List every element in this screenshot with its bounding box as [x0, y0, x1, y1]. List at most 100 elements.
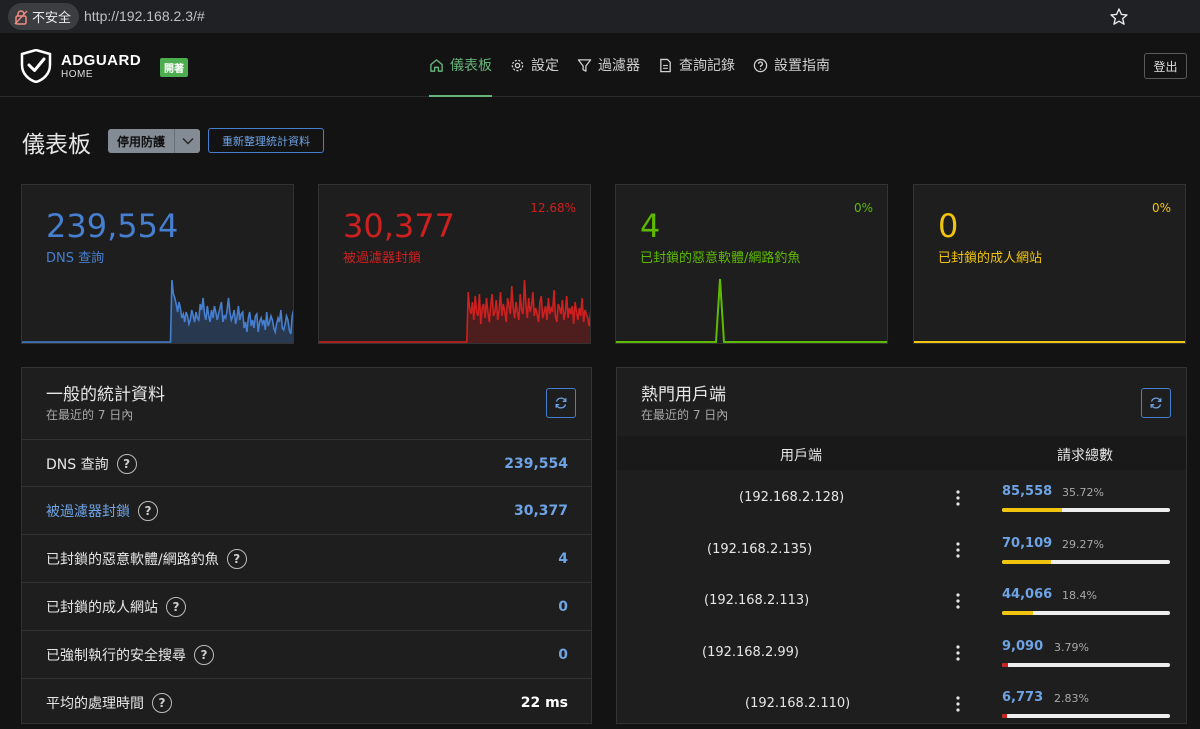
nav-query-log[interactable]: 查詢記錄 — [649, 33, 744, 97]
more-options-icon[interactable] — [953, 591, 963, 611]
stat-row-blocked-malware: 已封鎖的惡意軟體/網路釣魚? 4 — [22, 534, 591, 582]
nav-filters[interactable]: 過濾器 — [568, 33, 649, 97]
refresh-statistics-button[interactable]: 重新整理統計資料 — [208, 128, 324, 153]
stat-value: 239,554 — [504, 455, 568, 472]
nav-filters-label: 過濾器 — [598, 58, 640, 74]
refresh-button[interactable] — [546, 388, 576, 418]
client-ip[interactable]: (192.168.2.110) — [745, 696, 850, 711]
card-percent: 0% — [1151, 201, 1171, 215]
security-label: 不安全 — [32, 11, 72, 26]
sparkline-line — [616, 278, 887, 343]
help-icon[interactable]: ? — [226, 548, 247, 569]
client-request-count: 85,558 — [1002, 484, 1053, 499]
stat-label: 平均的處理時間 — [46, 695, 144, 712]
logout-button[interactable]: 登出 — [1144, 53, 1187, 79]
refresh-button[interactable] — [1141, 388, 1171, 418]
stat-label: 已封鎖的惡意軟體/網路釣魚 — [46, 551, 219, 568]
nav-settings-label: 設定 — [531, 58, 559, 74]
disable-protection-button[interactable]: 停用防護 — [108, 129, 200, 153]
stat-row-blocked-filters: 被過濾器封鎖? 30,377 — [22, 486, 591, 534]
help-circle-icon — [753, 58, 768, 72]
stat-label: 已強制執行的安全搜尋 — [46, 647, 186, 664]
help-icon[interactable]: ? — [138, 500, 158, 521]
general-statistics-panel: 一般的統計資料 在最近的 7 日內 DNS 查詢? 239,554 被過濾器封鎖… — [21, 367, 592, 724]
client-progress-bar — [1002, 662, 1170, 667]
more-options-icon[interactable] — [953, 694, 963, 714]
nav-settings[interactable]: 設定 — [501, 33, 568, 97]
card-blocked-malware: 4 已封鎖的惡意軟體/網路釣魚 0% — [615, 184, 888, 344]
client-progress-fill — [1002, 508, 1062, 512]
client-request-percent: 29.27% — [1062, 537, 1104, 551]
client-progress-fill — [1002, 611, 1033, 615]
stat-label: DNS 查詢 — [46, 456, 109, 473]
gear-icon — [511, 59, 524, 71]
more-options-icon[interactable] — [953, 488, 963, 508]
refresh-icon — [1150, 397, 1162, 409]
stat-value: 0 — [558, 646, 568, 663]
help-icon[interactable]: ? — [194, 644, 214, 665]
client-request-percent: 18.4% — [1062, 589, 1097, 602]
card-value: 4 — [640, 207, 661, 245]
client-request-percent: 35.72% — [1062, 486, 1104, 499]
column-requests[interactable]: 請求總數 — [1057, 445, 1113, 465]
stat-row-dns-queries: DNS 查詢? 239,554 — [22, 439, 591, 487]
nav-dashboard[interactable]: 儀表板 — [420, 33, 501, 97]
sparkline-chart — [319, 279, 590, 343]
sparkline-chart — [914, 341, 1185, 343]
sparkline-area — [22, 280, 293, 343]
url-text[interactable]: http://192.168.2.3/# — [84, 8, 205, 24]
help-icon[interactable]: ? — [116, 453, 137, 474]
nav-query-log-label: 查詢記錄 — [679, 58, 735, 74]
home-icon — [430, 58, 443, 72]
card-percent: 0% — [853, 201, 873, 215]
card-value: 239,554 — [46, 207, 179, 245]
help-icon[interactable]: ? — [152, 692, 172, 713]
card-dns-queries: 239,554 DNS 查詢 — [21, 184, 294, 344]
sparkline-chart — [616, 278, 887, 343]
more-options-icon[interactable] — [953, 540, 963, 560]
shield-check-icon — [20, 49, 52, 83]
bookmark-star-icon[interactable] — [1109, 7, 1129, 27]
client-progress-bar — [1002, 559, 1170, 564]
client-progress-bar — [1002, 714, 1170, 718]
client-row: (192.168.2.113) 44,066 18.4% — [617, 577, 1186, 629]
browser-address-bar: 不安全 http://192.168.2.3/# — [0, 0, 1200, 33]
stat-label-link[interactable]: 被過濾器封鎖 — [46, 501, 130, 521]
nav-dashboard-label: 儀表板 — [450, 58, 492, 74]
adguard-logo[interactable]: ADGUARD HOME — [20, 49, 141, 83]
card-blocked-adult: 0 已封鎖的成人網站 0% — [913, 184, 1186, 344]
client-ip[interactable]: (192.168.2.99) — [702, 645, 799, 660]
url-box[interactable]: 不安全 http://192.168.2.3/# — [6, 3, 1131, 30]
client-row: (192.168.2.99) 9,090 3.79% — [617, 629, 1186, 681]
refresh-icon — [555, 397, 567, 409]
disable-protection-label[interactable]: 停用防護 — [108, 129, 174, 153]
security-indicator[interactable]: 不安全 — [8, 3, 80, 30]
client-ip[interactable]: (192.168.2.113) — [704, 593, 809, 608]
client-ip[interactable]: (192.168.2.128) — [739, 490, 844, 505]
client-request-count: 9,090 — [1002, 638, 1044, 654]
client-request-percent: 3.79% — [1054, 640, 1089, 654]
chevron-down-icon — [182, 138, 193, 145]
stat-value: 4 — [558, 550, 568, 567]
disable-protection-dropdown[interactable] — [174, 129, 200, 153]
client-request-count: 6,773 — [1002, 690, 1044, 705]
client-ip[interactable]: (192.168.2.135) — [707, 542, 812, 557]
client-progress-bar — [1002, 508, 1170, 512]
app-header: ADGUARD HOME 開著 儀表板 設定 過濾器 查詢記錄 設置指南 登出 — [0, 33, 1200, 97]
panel-title: 一般的統計資料 — [46, 385, 165, 405]
card-value: 30,377 — [343, 207, 455, 245]
column-client[interactable]: 用戶端 — [780, 445, 822, 465]
help-icon[interactable]: ? — [166, 596, 186, 617]
panel-subtitle: 在最近的 7 日內 — [46, 408, 134, 422]
stat-value: 22 ms — [520, 694, 568, 711]
insecure-lock-icon — [14, 9, 28, 25]
client-progress-fill — [1002, 662, 1009, 667]
client-row: (192.168.2.135) 70,109 29.27% — [617, 526, 1186, 578]
page-title: 儀表板 — [22, 132, 91, 158]
sparkline-chart — [22, 279, 293, 343]
panel-title: 熱門用戶端 — [641, 385, 726, 405]
logo-title: ADGUARD — [61, 51, 142, 69]
panel-subtitle: 在最近的 7 日內 — [641, 408, 729, 422]
more-options-icon[interactable] — [953, 643, 963, 663]
nav-setup-guide[interactable]: 設置指南 — [744, 33, 839, 97]
